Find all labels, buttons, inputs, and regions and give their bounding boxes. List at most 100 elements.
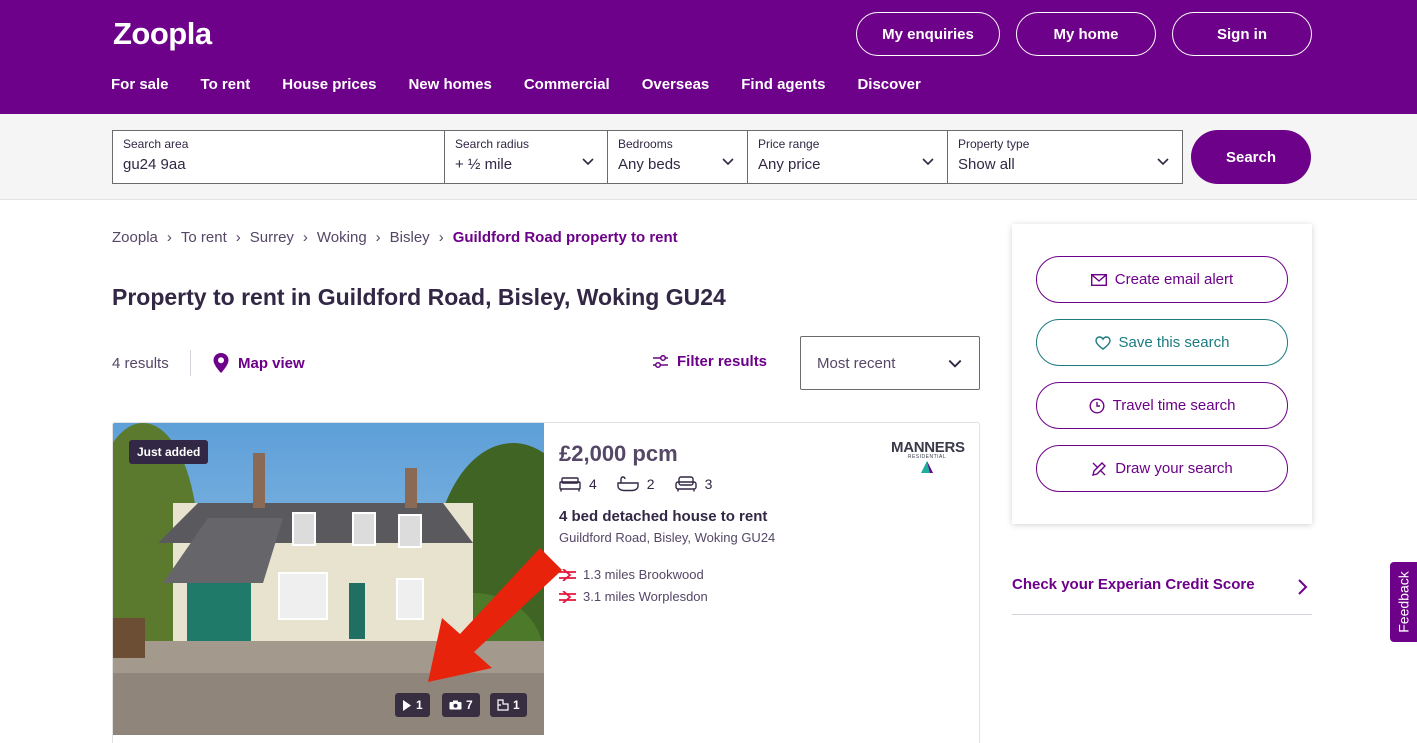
envelope-icon <box>1090 273 1107 286</box>
nav-commercial[interactable]: Commercial <box>524 76 610 93</box>
listing-title[interactable]: 4 bed detached house to rent <box>559 508 767 525</box>
price-range-select[interactable]: Price range Any price <box>747 130 948 184</box>
bedrooms-label: Bedrooms <box>618 137 673 151</box>
main-nav: For sale To rent House prices New homes … <box>111 76 953 93</box>
create-email-alert-label: Create email alert <box>1114 271 1234 288</box>
chevron-down-icon <box>722 158 734 166</box>
chevron-right-icon[interactable] <box>1297 578 1309 596</box>
my-enquiries-button[interactable]: My enquiries <box>856 12 1000 56</box>
search-actions-panel: Create email alert Save this search Trav… <box>1012 224 1312 524</box>
floorplan-icon <box>497 699 509 711</box>
chevron-right-icon: › <box>166 229 172 246</box>
listing-price[interactable]: £2,000 pcm <box>559 441 678 467</box>
search-area-label: Search area <box>123 137 189 151</box>
station-item: 1.3 miles Brookwood <box>559 567 704 582</box>
breadcrumb-current: Guildford Road property to rent <box>452 229 678 246</box>
property-type-value: Show all <box>958 156 1015 173</box>
bed-icon <box>559 477 581 492</box>
divider <box>1012 614 1312 615</box>
chevron-right-icon: › <box>375 229 381 246</box>
save-search-label: Save this search <box>1118 334 1230 351</box>
clock-icon <box>1089 397 1105 414</box>
save-search-button[interactable]: Save this search <box>1036 319 1288 366</box>
chevron-down-icon <box>948 359 962 368</box>
bedrooms-select[interactable]: Bedrooms Any beds <box>607 130 748 184</box>
map-view-label: Map view <box>238 354 305 372</box>
filter-sliders-icon <box>653 354 668 368</box>
breadcrumb: Zoopla › To rent › Surrey › Woking › Bisley ›… <box>112 229 678 246</box>
property-type-label: Property type <box>958 137 1030 151</box>
breadcrumb-woking[interactable]: Woking <box>317 229 367 246</box>
video-count: 1 <box>416 698 423 712</box>
travel-time-search-button[interactable]: Travel time search <box>1036 382 1288 429</box>
chevron-down-icon <box>582 158 594 166</box>
price-range-value: Any price <box>758 156 821 173</box>
photo-count: 7 <box>466 698 473 712</box>
draw-search-button[interactable]: Draw your search <box>1036 445 1288 492</box>
zoopla-logo[interactable]: Zoopla <box>113 16 212 52</box>
filter-results-button[interactable]: Filter results <box>652 353 767 370</box>
station-distance: 1.3 miles Brookwood <box>583 567 704 582</box>
listing-address: Guildford Road, Bisley, Woking GU24 <box>559 530 776 545</box>
station-item: 3.1 miles Worplesdon <box>559 589 708 604</box>
breadcrumb-to-rent[interactable]: To rent <box>181 229 227 246</box>
draw-search-label: Draw your search <box>1115 460 1233 477</box>
sofa-icon <box>674 476 697 492</box>
price-range-label: Price range <box>758 137 820 151</box>
receptions-feature: 3 <box>674 476 713 492</box>
travel-time-search-label: Travel time search <box>1112 397 1236 414</box>
play-icon <box>403 699 411 711</box>
search-button[interactable]: Search <box>1191 130 1311 184</box>
breadcrumb-bisley[interactable]: Bisley <box>390 229 430 246</box>
map-view-link[interactable]: Map view <box>212 352 305 374</box>
bathrooms-count: 2 <box>646 476 655 492</box>
heart-icon <box>1094 335 1111 350</box>
video-count-badge[interactable]: 1 <box>395 693 430 717</box>
feedback-label: Feedback <box>1395 571 1412 633</box>
red-arrow-annotation <box>428 548 562 682</box>
floorplan-count: 1 <box>513 698 520 712</box>
page-title: Property to rent in Guildford Road, Bisl… <box>112 284 726 310</box>
receptions-count: 3 <box>704 476 713 492</box>
draw-pencil-icon <box>1092 461 1107 476</box>
nav-overseas[interactable]: Overseas <box>642 76 710 93</box>
breadcrumb-zoopla[interactable]: Zoopla <box>112 229 158 246</box>
chevron-right-icon: › <box>302 229 308 246</box>
divider <box>190 350 191 376</box>
site-header: Zoopla My enquiries My home Sign in For … <box>0 0 1417 114</box>
property-type-select[interactable]: Property type Show all <box>947 130 1183 184</box>
floorplan-count-badge[interactable]: 1 <box>490 693 527 717</box>
breadcrumb-surrey[interactable]: Surrey <box>250 229 294 246</box>
search-area-value: gu24 9aa <box>123 156 186 173</box>
experian-credit-link[interactable]: Check your Experian Credit Score <box>1012 576 1312 593</box>
create-email-alert-button[interactable]: Create email alert <box>1036 256 1288 303</box>
photo-count-badge[interactable]: 7 <box>442 693 480 717</box>
chevron-down-icon <box>1157 158 1169 166</box>
filter-results-label: Filter results <box>677 353 768 370</box>
search-area-input[interactable]: Search area gu24 9aa <box>112 130 445 184</box>
agent-logo[interactable]: MANNERS RESIDENTIAL <box>891 439 965 479</box>
map-pin-icon <box>213 353 229 373</box>
nav-to-rent[interactable]: To rent <box>201 76 251 93</box>
nav-house-prices[interactable]: House prices <box>282 76 376 93</box>
nav-for-sale[interactable]: For sale <box>111 76 169 93</box>
chevron-right-icon: › <box>438 229 444 246</box>
search-radius-select[interactable]: Search radius + ½ mile <box>444 130 608 184</box>
bedrooms-value: Any beds <box>618 156 681 173</box>
chevron-down-icon <box>922 158 934 166</box>
bathrooms-feature: 2 <box>617 476 655 492</box>
sort-select[interactable]: Most recent <box>800 336 980 390</box>
nav-find-agents[interactable]: Find agents <box>741 76 825 93</box>
results-count: 4 results <box>112 355 169 372</box>
just-added-badge: Just added <box>129 440 209 464</box>
nav-new-homes[interactable]: New homes <box>408 76 491 93</box>
sign-in-button[interactable]: Sign in <box>1172 12 1312 56</box>
search-radius-value: + ½ mile <box>455 156 513 173</box>
bath-icon <box>617 476 639 492</box>
camera-icon <box>449 700 462 710</box>
my-home-button[interactable]: My home <box>1016 12 1156 56</box>
nav-discover[interactable]: Discover <box>857 76 920 93</box>
feedback-tab[interactable]: Feedback <box>1390 562 1417 642</box>
listing-features: 4 2 3 <box>559 476 732 492</box>
bedrooms-count: 4 <box>589 476 597 492</box>
